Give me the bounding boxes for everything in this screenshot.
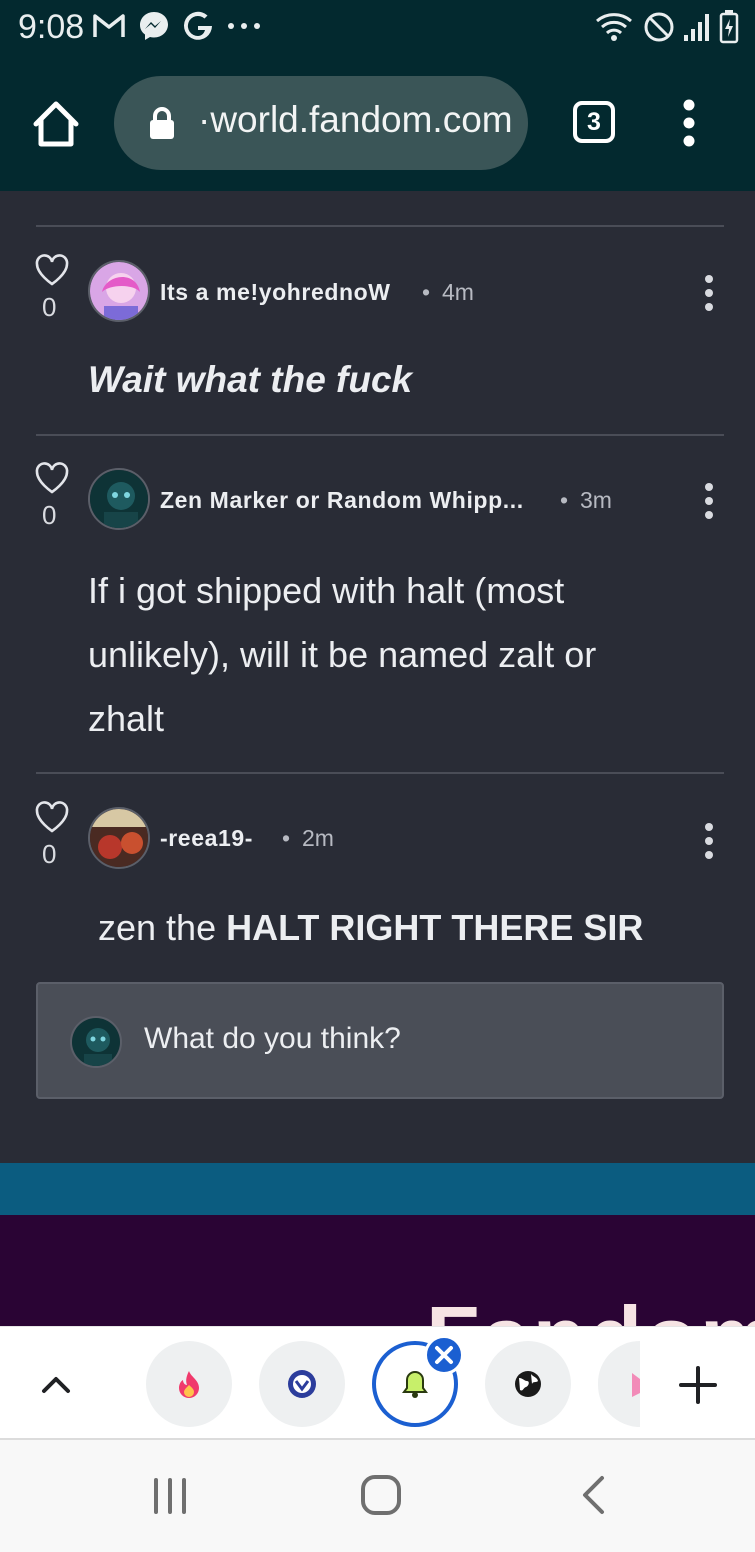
divider	[36, 772, 724, 774]
like-count: 0	[42, 839, 57, 869]
tab-item[interactable]	[146, 1341, 232, 1427]
reply-input[interactable]: What do you think?	[36, 982, 724, 1099]
like-count: 0	[42, 500, 57, 530]
divider	[36, 225, 724, 227]
address-bar[interactable]: ·world.fandom.com	[114, 76, 528, 170]
comment-text-bold: HALT RIGHT THERE SIR	[226, 907, 644, 948]
comment-time: 3m	[580, 487, 612, 513]
fandom-footer: Fandom	[0, 1215, 755, 1326]
signal-icon	[684, 14, 709, 41]
avatar[interactable]	[88, 260, 150, 322]
tab-item[interactable]	[485, 1341, 571, 1427]
home-nav-icon[interactable]	[360, 1474, 402, 1516]
system-nav-bar	[0, 1440, 755, 1552]
home-button[interactable]	[30, 98, 82, 150]
more-options-icon[interactable]	[700, 273, 718, 313]
like-count: 0	[42, 292, 57, 322]
avatar[interactable]	[88, 468, 150, 530]
shield-badge-icon	[288, 1370, 316, 1398]
comment-text-line: unlikely), will it be named zalt or	[88, 634, 597, 675]
fandom-logo: Fandom	[426, 1287, 755, 1326]
comment-text: Wait what the fuck	[88, 359, 413, 400]
status-time: 9:08	[18, 8, 85, 46]
heart-icon[interactable]	[34, 461, 70, 495]
comment-text-line: zhalt	[88, 698, 165, 739]
back-icon[interactable]	[578, 1474, 608, 1516]
author-name[interactable]: Zen Marker or Random Whipp...	[160, 487, 524, 514]
fire-icon	[179, 1371, 199, 1398]
gmail-icon	[93, 14, 125, 37]
heart-icon[interactable]	[34, 253, 70, 287]
user-avatar	[70, 1016, 122, 1068]
comment-text-normal: zen the	[98, 907, 227, 948]
close-tab-button[interactable]	[424, 1335, 464, 1375]
wifi-icon	[596, 13, 632, 41]
heart-icon[interactable]	[34, 800, 70, 834]
more-notifications-icon	[228, 23, 260, 29]
separator-dot: •	[282, 825, 291, 851]
close-icon	[435, 1346, 453, 1364]
lock-icon	[150, 107, 174, 139]
reply-placeholder[interactable]: What do you think?	[144, 1022, 401, 1056]
vertical-dots-icon	[683, 99, 695, 147]
comments-section: 0 Its a me!yohrednoW • 4m Wait what the …	[0, 191, 755, 1163]
tab-item[interactable]	[598, 1341, 640, 1427]
comment-text-line: If i got shipped with halt (most	[88, 570, 565, 611]
avatar[interactable]	[88, 807, 150, 869]
tab-strip	[0, 1326, 755, 1440]
partial-tab-icon	[632, 1373, 640, 1397]
browser-menu-button[interactable]	[672, 96, 706, 150]
more-options-icon[interactable]	[700, 481, 718, 521]
google-icon	[184, 11, 212, 40]
author-name[interactable]: Its a me!yohrednoW	[160, 279, 391, 306]
recent-apps-icon[interactable]	[150, 1476, 190, 1516]
messenger-icon	[140, 12, 168, 40]
separator-dot: •	[422, 279, 431, 305]
status-bar: 9:08	[0, 0, 755, 56]
tab-item[interactable]	[259, 1341, 345, 1427]
plus-icon	[679, 1366, 717, 1404]
bell-icon	[402, 1370, 428, 1398]
browser-toolbar: ·world.fandom.com 3	[0, 56, 755, 191]
divider	[36, 434, 724, 436]
collapse-tabs-button[interactable]	[38, 1367, 74, 1403]
footer-band	[0, 1163, 755, 1215]
do-not-disturb-icon	[644, 12, 674, 42]
comment-text: If i got shipped with halt (most unlikel…	[88, 559, 728, 751]
home-icon	[33, 101, 79, 147]
separator-dot: •	[560, 487, 569, 513]
battery-charging-icon	[719, 10, 739, 44]
author-name[interactable]: -reea19-	[160, 825, 253, 852]
comment-text: zen the HALT RIGHT THERE SIR	[98, 907, 738, 949]
comment-time: 2m	[302, 825, 334, 851]
more-options-icon[interactable]	[700, 821, 718, 861]
tab-switcher-button[interactable]: 3	[573, 101, 615, 143]
add-tab-button[interactable]	[676, 1363, 720, 1407]
url-text[interactable]: ·world.fandom.com	[198, 99, 513, 141]
globe-icon	[515, 1371, 541, 1397]
chevron-up-icon	[42, 1377, 70, 1393]
comment-time: 4m	[442, 279, 474, 305]
